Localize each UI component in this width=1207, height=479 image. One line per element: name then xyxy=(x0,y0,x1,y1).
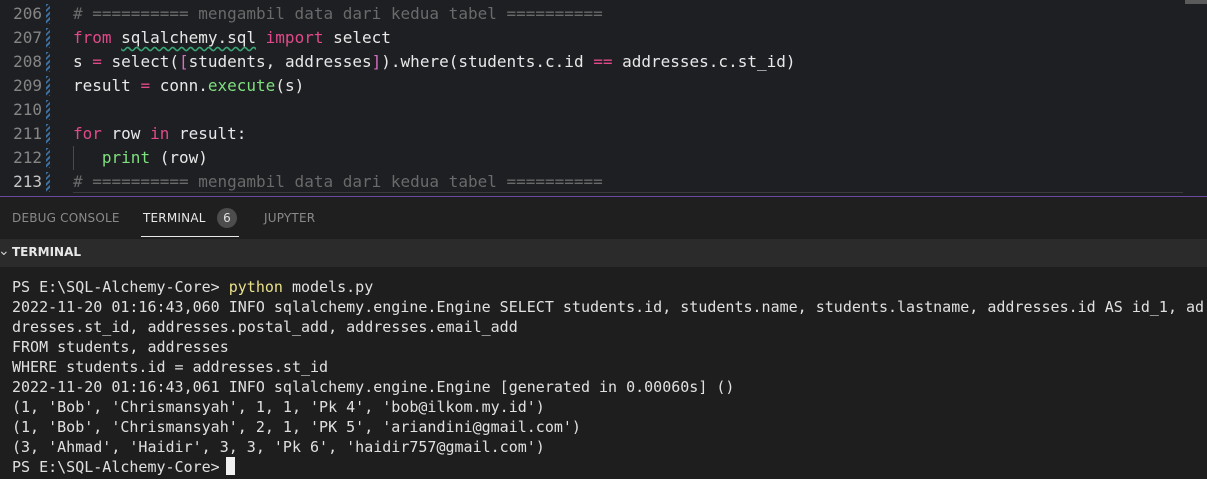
code-token: == xyxy=(593,52,613,71)
terminal-output-line: 2022-11-20 01:16:43,060 INFO sqlalchemy.… xyxy=(12,298,1205,316)
terminal-command-line: PS E:\SQL-Alchemy-Core> python models.py xyxy=(12,277,373,297)
line-number: 211 xyxy=(13,124,42,143)
chevron-down-icon[interactable]: ⌄ xyxy=(0,243,10,259)
code-token: sqlalchemy.sql xyxy=(121,28,257,47)
terminal-output-line: dresses.st_id, addresses.postal_add, add… xyxy=(12,318,518,336)
code-text: result = conn.execute(s) xyxy=(73,74,304,98)
git-change-marker[interactable] xyxy=(46,52,50,72)
code-token: ] xyxy=(371,52,382,71)
code-token: students, addresses xyxy=(188,52,372,71)
line-number: 208 xyxy=(13,52,42,71)
terminal-cursor xyxy=(225,457,235,475)
terminal-section-header[interactable]: ⌄ TERMINAL xyxy=(0,239,1207,267)
terminal-prompt: PS E:\SQL-Alchemy-Core> xyxy=(12,278,220,296)
code-text: s = select([students, addresses]).where(… xyxy=(73,50,796,74)
code-line[interactable]: 209 result = conn.execute(s) xyxy=(0,74,1207,98)
line-number: 209 xyxy=(13,76,42,95)
tab-jupyter[interactable]: JUPYTER xyxy=(264,211,315,225)
code-line[interactable]: 213 # ========== mengambil data dari kedu… xyxy=(0,170,1207,194)
terminal-output[interactable]: PS E:\SQL-Alchemy-Core> python models.py… xyxy=(0,267,1207,479)
code-line[interactable]: 206 # ========== mengambil data dari kedu… xyxy=(0,2,1207,26)
code-token: # ========== mengambil data dari kedua t… xyxy=(73,4,603,23)
code-token: row xyxy=(101,124,151,143)
code-line[interactable]: 212 print (row) xyxy=(0,146,1207,170)
line-number: 207 xyxy=(13,28,42,47)
git-change-marker[interactable] xyxy=(46,76,50,96)
terminal-section-title: TERMINAL xyxy=(12,245,82,259)
code-token: select( xyxy=(101,52,179,71)
code-token: execute xyxy=(207,76,276,95)
line-number: 210 xyxy=(13,100,42,119)
code-token: print xyxy=(101,148,151,167)
code-token: [ xyxy=(178,52,189,71)
code-token: result: xyxy=(169,124,247,143)
terminal-command: python xyxy=(228,278,283,296)
terminal-input-line[interactable]: PS E:\SQL-Alchemy-Core> xyxy=(12,457,235,477)
terminal-output-line: WHERE students.id = addresses.st_id xyxy=(12,358,329,376)
code-token: (s) xyxy=(275,76,305,95)
git-change-marker[interactable] xyxy=(46,148,50,168)
code-editor[interactable]: 206 # ========== mengambil data dari kedu… xyxy=(0,0,1207,196)
terminal-output-line: 2022-11-20 01:16:43,061 INFO sqlalchemy.… xyxy=(12,378,735,396)
code-token: for xyxy=(73,124,102,143)
code-line[interactable]: 211 for row in result: xyxy=(0,122,1207,146)
code-token: addresses.c.st_id) xyxy=(612,52,796,71)
code-token: s xyxy=(73,52,93,71)
code-text: for row in result: xyxy=(73,122,246,146)
code-token: result xyxy=(73,76,141,95)
code-token: # ========== mengambil data dari kedua t… xyxy=(73,172,603,191)
code-token: from xyxy=(73,28,122,47)
terminal-count-badge: 6 xyxy=(217,208,237,228)
code-token: (row) xyxy=(150,148,208,167)
git-change-marker[interactable] xyxy=(46,28,50,48)
code-token: import xyxy=(256,28,334,47)
code-line[interactable]: 210 xyxy=(0,98,1207,122)
code-token: select xyxy=(333,28,391,47)
git-change-marker[interactable] xyxy=(46,4,50,24)
tab-terminal[interactable]: TERMINAL xyxy=(143,211,206,225)
terminal-output-line: (1, 'Bob', 'Chrismansyah', 2, 1, 'PK 5',… xyxy=(12,418,581,436)
code-token: = xyxy=(92,52,102,71)
code-token: in xyxy=(150,124,170,143)
code-line[interactable]: 208 s = select([students, addresses]).whe… xyxy=(0,50,1207,74)
code-text: from sqlalchemy.sql import select xyxy=(73,26,391,50)
git-change-marker[interactable] xyxy=(46,172,50,192)
git-change-marker[interactable] xyxy=(46,124,50,144)
line-number: 213 xyxy=(13,172,42,191)
line-number: 206 xyxy=(13,4,42,23)
code-token: = xyxy=(140,76,151,95)
active-tab-indicator xyxy=(141,236,239,237)
code-token: ).where(students.c.id xyxy=(381,52,594,71)
code-line[interactable]: 207 from sqlalchemy.sql import select xyxy=(0,26,1207,50)
code-token: conn. xyxy=(150,76,208,95)
terminal-prompt: PS E:\SQL-Alchemy-Core> xyxy=(12,458,220,476)
tab-debug-console[interactable]: DEBUG CONSOLE xyxy=(12,211,120,225)
terminal-output-line: FROM students, addresses xyxy=(12,338,229,356)
panel-tab-bar: DEBUG CONSOLE TERMINAL 6 JUPYTER xyxy=(0,197,1207,239)
line-number: 212 xyxy=(13,148,42,167)
terminal-output-line: (1, 'Bob', 'Chrismansyah', 1, 1, 'Pk 4',… xyxy=(12,398,545,416)
git-change-marker[interactable] xyxy=(46,100,50,120)
terminal-command-args: models.py xyxy=(282,278,374,296)
terminal-output-line: (3, 'Ahmad', 'Haidir', 3, 3, 'Pk 6', 'ha… xyxy=(12,438,545,456)
code-text: # ========== mengambil data dari kedua t… xyxy=(73,2,603,26)
code-text: print (row) xyxy=(73,146,208,170)
current-line-highlight xyxy=(73,192,1183,193)
code-text: # ========== mengambil data dari kedua t… xyxy=(73,170,603,194)
